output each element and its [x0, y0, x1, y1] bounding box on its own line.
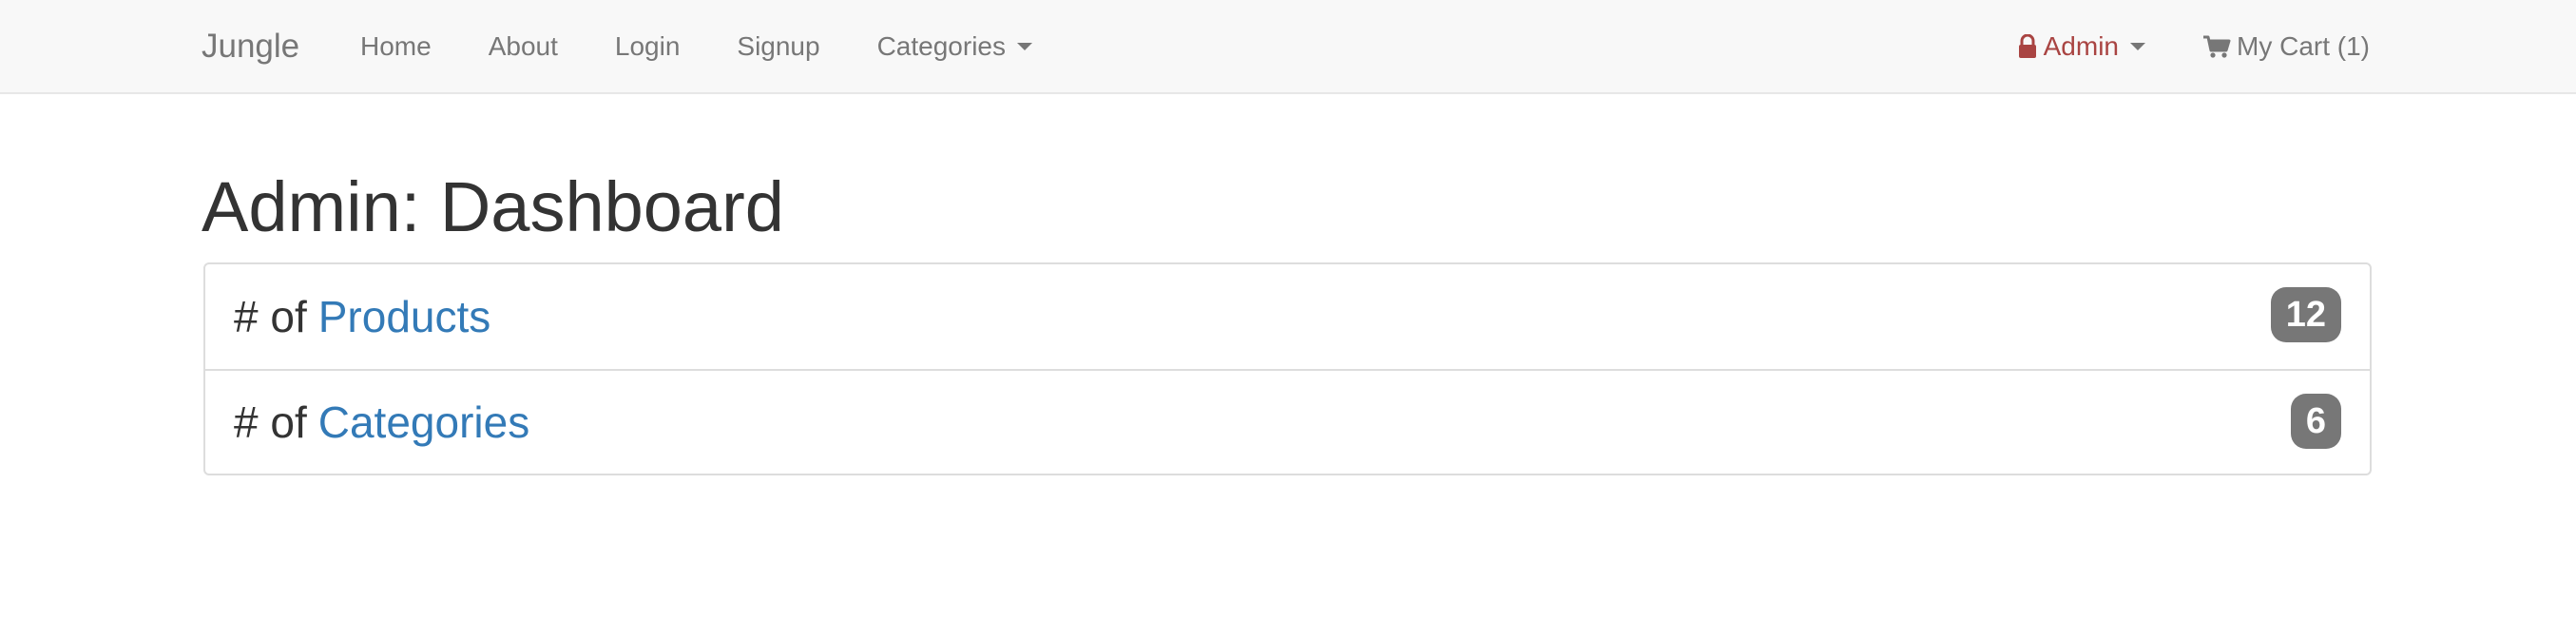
- caret-down-icon: [2130, 42, 2145, 50]
- nav-signup-label: Signup: [737, 30, 820, 61]
- nav-home-link[interactable]: Home: [360, 0, 432, 92]
- list-item-categories: # of Categories 6: [205, 369, 2370, 474]
- admin-label: Admin: [2043, 30, 2119, 61]
- categories-count-badge: 6: [2290, 394, 2341, 449]
- stat-prefix: # of: [234, 397, 307, 447]
- list-item-products: # of Products 12: [205, 264, 2370, 369]
- my-cart-link[interactable]: My Cart (1): [2202, 0, 2370, 92]
- categories-link[interactable]: Categories: [318, 397, 529, 448]
- shopping-cart-icon: [2202, 34, 2231, 59]
- products-count-badge: 12: [2270, 287, 2341, 342]
- admin-dropdown[interactable]: Admin: [2017, 0, 2145, 92]
- nav-login-label: Login: [614, 30, 681, 61]
- nav-about-link[interactable]: About: [489, 0, 558, 92]
- top-navbar: Jungle Home About Login Signup Categorie…: [0, 0, 2576, 94]
- caret-down-icon: [1016, 42, 1032, 50]
- nav-signup-link[interactable]: Signup: [737, 0, 819, 92]
- brand-logo-link[interactable]: Jungle: [202, 0, 299, 92]
- nav-categories-label: Categories: [876, 30, 1006, 61]
- user-nav: Admin My Cart (1): [2017, 0, 2370, 92]
- stat-prefix: # of: [234, 292, 307, 341]
- lock-icon: [2017, 33, 2038, 59]
- page-title: Admin: Dashboard: [202, 167, 784, 246]
- nav-about-label: About: [488, 30, 558, 61]
- nav-categories-dropdown[interactable]: Categories: [877, 0, 1032, 92]
- products-link[interactable]: Products: [318, 291, 491, 342]
- nav-home-label: Home: [360, 30, 432, 61]
- nav-login-link[interactable]: Login: [615, 0, 681, 92]
- main-nav: Home About Login Signup Categories: [360, 0, 1032, 92]
- dashboard-stats-list: # of Products 12 # of Categories 6: [203, 262, 2372, 475]
- my-cart-label: My Cart (1): [2237, 30, 2370, 61]
